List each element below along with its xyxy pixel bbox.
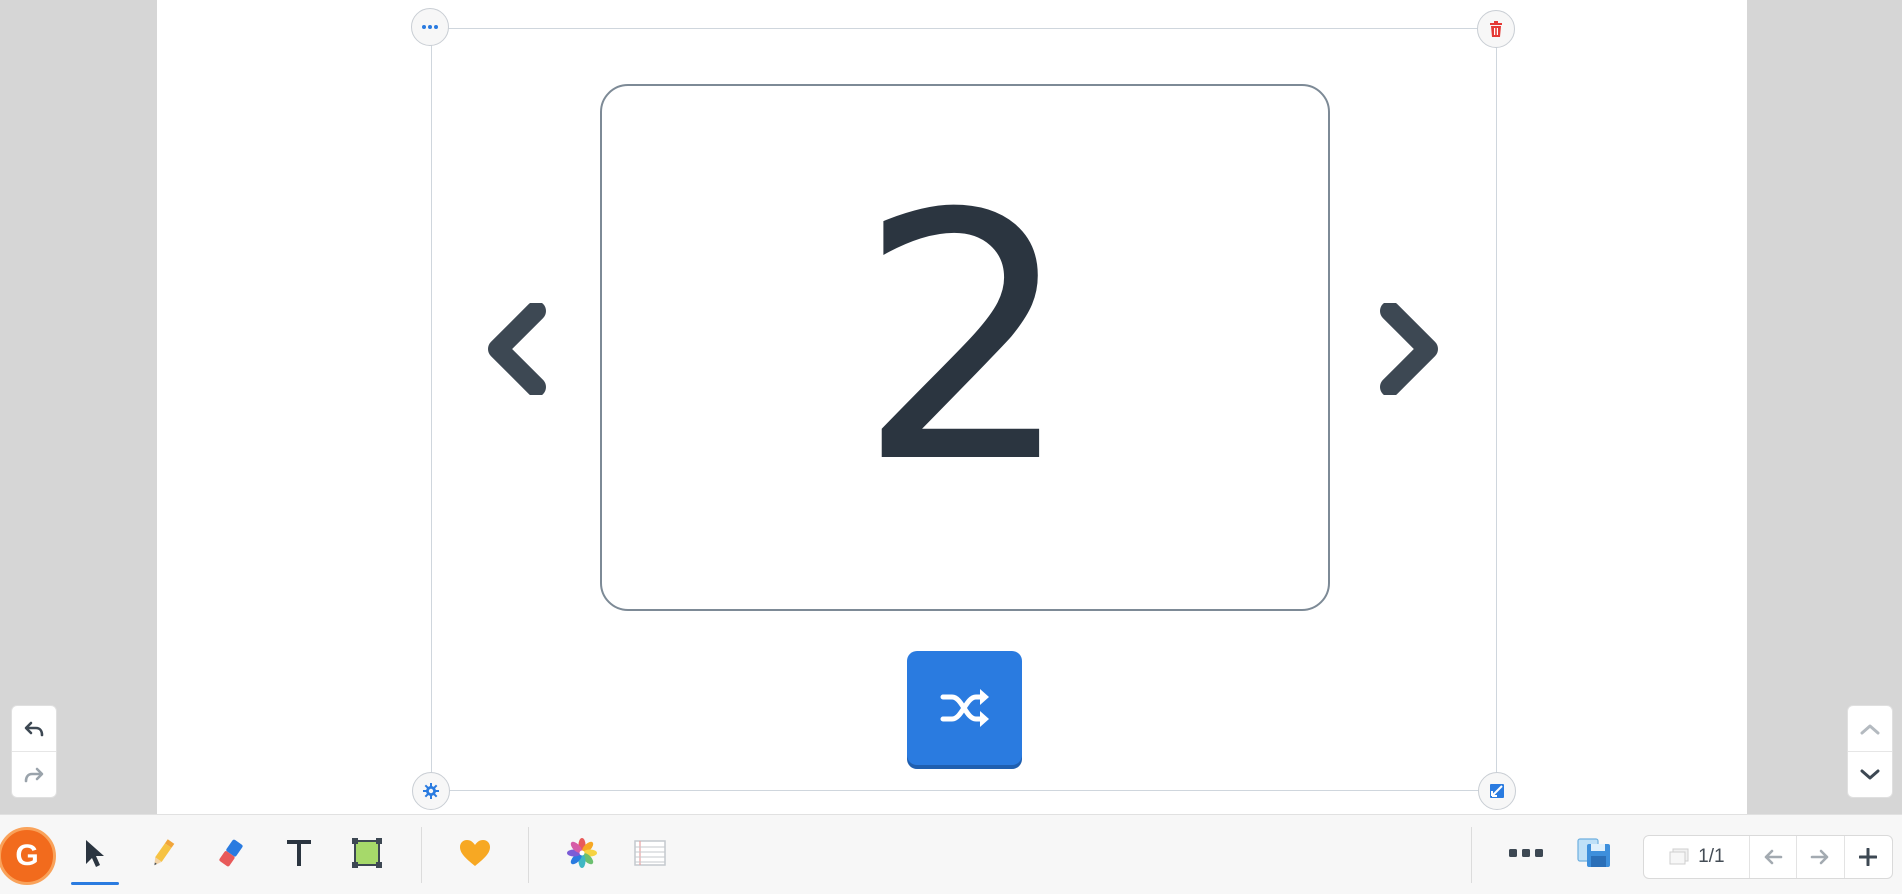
- number-card: 2: [600, 84, 1330, 611]
- save-button[interactable]: [1568, 827, 1620, 879]
- gear-icon: [423, 783, 439, 799]
- previous-page-button[interactable]: [1748, 836, 1796, 878]
- next-number-button[interactable]: [1368, 294, 1448, 404]
- redo-button[interactable]: [12, 751, 56, 797]
- chevron-down-icon: [1860, 769, 1880, 779]
- widget-menu-button[interactable]: [411, 8, 449, 46]
- page-list-button[interactable]: 1/1: [1644, 836, 1749, 878]
- widget-settings-button[interactable]: [412, 772, 450, 810]
- bottom-toolbar: G 1/1: [0, 814, 1902, 894]
- widget-delete-button[interactable]: [1477, 10, 1515, 48]
- toolbar-divider: [1471, 827, 1472, 883]
- widgets-tool[interactable]: [556, 827, 608, 879]
- lined-paper-icon: [634, 840, 666, 866]
- shape-icon: [352, 838, 382, 868]
- trash-icon: [1490, 21, 1502, 37]
- add-page-button[interactable]: [1843, 836, 1892, 878]
- canvas-area[interactable]: 2: [0, 0, 1902, 814]
- pages-icon: [1669, 848, 1689, 865]
- chevron-right-icon: [1380, 303, 1438, 395]
- select-tool[interactable]: [69, 827, 121, 885]
- save-icon: [1577, 838, 1610, 867]
- favorites-tool[interactable]: [449, 827, 501, 879]
- text-tool[interactable]: [273, 827, 325, 879]
- more-options-button[interactable]: [1500, 827, 1552, 879]
- toolbar-divider: [421, 827, 422, 883]
- toolbar-divider: [528, 827, 529, 883]
- resize-icon: [1490, 784, 1504, 798]
- background-tool[interactable]: [624, 827, 676, 879]
- current-number: 2: [856, 141, 1074, 538]
- scroll-down-button[interactable]: [1848, 751, 1892, 797]
- pencil-icon: [154, 839, 175, 866]
- pen-tool[interactable]: [137, 827, 189, 879]
- undo-icon: [24, 721, 44, 736]
- pinwheel-icon: [567, 838, 597, 868]
- text-icon: [287, 840, 311, 866]
- undo-button[interactable]: [12, 706, 56, 751]
- shuffle-button[interactable]: [907, 651, 1022, 765]
- chevron-up-icon: [1860, 724, 1880, 734]
- shape-tool[interactable]: [341, 827, 393, 879]
- app-logo-button[interactable]: G: [0, 827, 56, 885]
- scroll-controls: [1847, 705, 1893, 798]
- eraser-icon: [219, 839, 243, 867]
- next-page-button[interactable]: [1796, 836, 1843, 878]
- arrow-right-icon: [1811, 849, 1829, 865]
- more-horizontal-icon: [1509, 849, 1543, 857]
- eraser-tool[interactable]: [205, 827, 257, 879]
- redo-icon: [24, 767, 44, 782]
- heart-icon: [460, 840, 490, 866]
- scroll-up-button[interactable]: [1848, 706, 1892, 751]
- arrow-left-icon: [1764, 849, 1783, 865]
- shuffle-icon: [940, 689, 989, 727]
- chevron-left-icon: [488, 303, 546, 395]
- previous-number-button[interactable]: [478, 294, 558, 404]
- page-counter: 1/1: [1698, 846, 1725, 867]
- more-dots-icon: [422, 25, 438, 29]
- plus-icon: [1859, 848, 1878, 866]
- page-navigation: 1/1: [1643, 835, 1893, 879]
- history-controls: [11, 705, 57, 798]
- widget-resize-handle[interactable]: [1478, 772, 1516, 810]
- cursor-icon: [86, 840, 104, 867]
